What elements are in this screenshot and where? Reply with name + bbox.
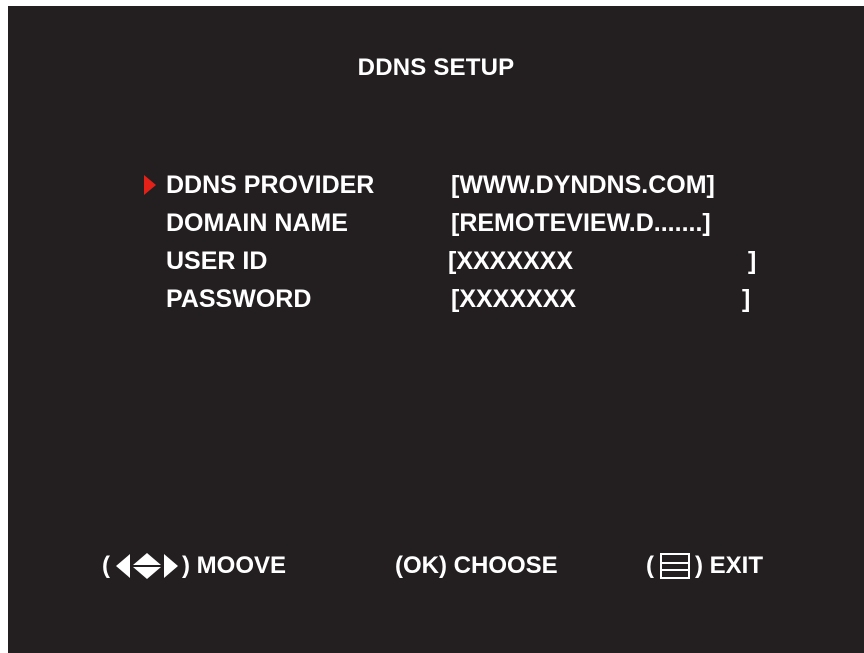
selection-cursor-icon — [144, 175, 156, 195]
osd-screen: DDNS SETUP DDNS PROVIDER [WWW.DYNDNS.COM… — [8, 6, 864, 653]
choose-hint: (OK) CHOOSE — [395, 549, 558, 583]
menu-item-value: [WWW.DYNDNS.COM] — [451, 171, 715, 199]
choose-hint-label: (OK) CHOOSE — [395, 552, 558, 579]
exit-hint-open: ( — [646, 552, 654, 579]
menu-item-value: [REMOTEVIEW.D.......] — [451, 209, 711, 237]
menu-item-label: DOMAIN NAME — [166, 209, 348, 237]
footer-hints: ( ) MOOVE (OK) CHOOSE ( ) EXIT — [8, 549, 864, 583]
arrow-up-down-icon — [133, 553, 161, 579]
move-hint-label: ) MOOVE — [182, 552, 287, 579]
menu-item-value: [XXXXXXX — [451, 285, 577, 313]
arrow-left-icon — [116, 554, 130, 578]
exit-hint: ( ) EXIT — [646, 549, 763, 583]
menu-item-value: [XXXXXXX — [448, 247, 574, 275]
menu-item-label: PASSWORD — [166, 285, 312, 313]
page-title: DDNS SETUP — [357, 54, 515, 81]
menu-item-ddns-provider[interactable]: DDNS PROVIDER [WWW.DYNDNS.COM] — [8, 171, 864, 209]
menu-item-value-end: ] — [748, 247, 757, 275]
menu-item-user-id[interactable]: USER ID [XXXXXXX ] — [8, 247, 864, 285]
menu-item-label: USER ID — [166, 247, 268, 275]
menu-item-value-end: ] — [742, 285, 751, 313]
arrow-right-icon — [164, 554, 178, 578]
exit-hint-label: ) EXIT — [695, 552, 764, 579]
move-hint-open: ( — [102, 552, 110, 579]
menu-icon — [660, 553, 690, 579]
menu-item-domain-name[interactable]: DOMAIN NAME [REMOTEVIEW.D.......] — [8, 209, 864, 247]
menu-item-password[interactable]: PASSWORD [XXXXXXX ] — [8, 285, 864, 323]
menu-item-label: DDNS PROVIDER — [166, 171, 375, 199]
move-hint: ( ) MOOVE — [102, 549, 286, 583]
